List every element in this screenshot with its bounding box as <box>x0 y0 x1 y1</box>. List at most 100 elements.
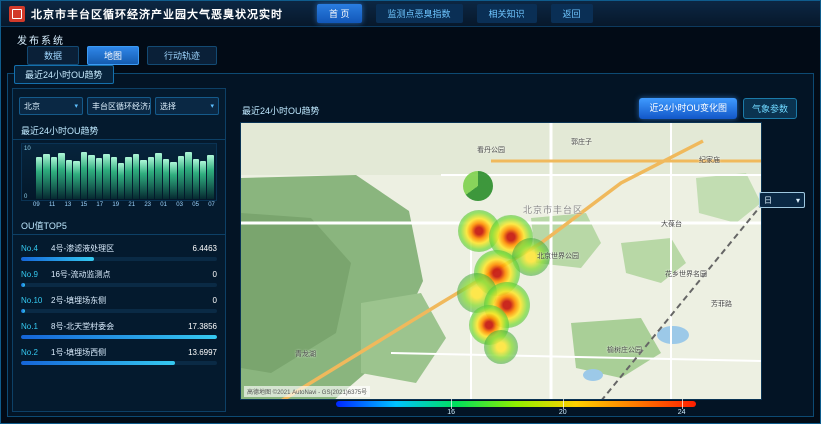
legend-tick-label: 24 <box>678 409 686 416</box>
map-label: 看丹公园 <box>477 145 505 155</box>
map-label: 榆树庄公园 <box>607 345 642 355</box>
progress-track <box>21 309 217 313</box>
chart-bar <box>193 159 199 199</box>
main-nav: 首 页 监测点恶臭指数 相关知识 返回 <box>317 4 593 23</box>
filter-row: 北京 ▾ 丰台区循环经济产 ▾ 选择 ▾ <box>13 89 225 119</box>
chart-bar <box>103 154 109 200</box>
chart-bar <box>66 160 72 199</box>
chart-bar <box>178 156 184 199</box>
heatmap-legend: 162024 <box>336 401 696 407</box>
site-value: 0 <box>213 296 217 305</box>
map-label: 芳菲路 <box>711 299 732 309</box>
tab-data[interactable]: 数据 <box>27 46 79 65</box>
chevron-down-icon: ▾ <box>210 102 214 110</box>
tab-trajectory[interactable]: 行动轨迹 <box>147 46 217 65</box>
rank-label: No.10 <box>21 296 51 305</box>
ou-trend-xaxis: 091113151719212301030507 <box>33 202 215 208</box>
left-panel: 北京 ▾ 丰台区循环经济产 ▾ 选择 ▾ 最近24小时OU趋势 10 0 091… <box>12 88 226 412</box>
site-name: 1号-填埋场西侧 <box>51 347 184 358</box>
chevron-down-icon: ▾ <box>74 102 78 110</box>
x-axis-tick: 09 <box>33 202 40 208</box>
y-axis-tick: 0 <box>24 194 27 200</box>
chart-bar <box>155 153 161 199</box>
chart-bar <box>170 162 176 199</box>
map-toolbar: 近24小时OU变化图 气象参数 <box>639 98 797 119</box>
site-value: 17.3856 <box>188 322 217 331</box>
chart-bar <box>185 152 191 199</box>
nav-item-back[interactable]: 返回 <box>551 4 593 23</box>
x-axis-tick: 17 <box>96 202 103 208</box>
x-axis-tick: 15 <box>80 202 87 208</box>
ou-change-map-button[interactable]: 近24小时OU变化图 <box>639 98 737 119</box>
weather-params-button[interactable]: 气象参数 <box>743 98 797 119</box>
progress-track <box>21 257 217 261</box>
map-label: 大葆台 <box>661 219 682 229</box>
chart-bar <box>51 157 57 199</box>
site-value: 0 <box>213 270 217 279</box>
chart-bar <box>200 161 206 199</box>
header-bar: 北京市丰台区循环经济产业园大气恶臭状况实时 首 页 监测点恶臭指数 相关知识 返… <box>1 1 820 27</box>
district-select-value: 丰台区循环经济产 <box>92 101 151 112</box>
chart-bar <box>58 153 64 199</box>
rank-label: No.4 <box>21 244 51 253</box>
list-item: No.21号-填埋场西侧 13.6997 <box>21 347 217 365</box>
district-select[interactable]: 丰台区循环经济产 ▾ <box>87 97 151 115</box>
x-axis-tick: 13 <box>64 202 71 208</box>
ou-trend-chart: 10 0 <box>21 143 217 201</box>
chart-bar <box>88 155 94 199</box>
main-panel: 最近24小时OU趋势 北京 ▾ 丰台区循环经济产 ▾ 选择 ▾ 最近24小时OU… <box>7 73 814 417</box>
x-axis-tick: 05 <box>192 202 199 208</box>
map-canvas[interactable]: 高德地图 ©2021 AutoNavi - GS(2021)6375号 看丹公园… <box>240 122 762 400</box>
right-panel: 最近24小时OU趋势 近24小时OU变化图 气象参数 <box>232 74 811 416</box>
tab-map[interactable]: 地图 <box>87 46 139 65</box>
chart-bar <box>36 157 42 199</box>
map-section-title: 最近24小时OU趋势 <box>242 104 320 117</box>
map-period-select[interactable]: 日 ▾ <box>759 192 805 208</box>
nav-item-odor-index[interactable]: 监测点恶臭指数 <box>376 4 463 23</box>
x-axis-tick: 19 <box>112 202 119 208</box>
app-title: 北京市丰台区循环经济产业园大气恶臭状况实时 <box>31 6 283 22</box>
site-pie-marker[interactable] <box>463 171 493 201</box>
dashboard-screen: 北京市丰台区循环经济产业园大气恶臭状况实时 首 页 监测点恶臭指数 相关知识 返… <box>0 0 821 424</box>
rank-label: No.2 <box>21 348 51 357</box>
heatmap-blob[interactable] <box>484 330 518 364</box>
site-select-value: 选择 <box>160 101 176 112</box>
legend-mark <box>451 399 452 409</box>
chart-bar <box>43 154 49 199</box>
site-name: 4号-渗滤液处理区 <box>51 243 189 254</box>
chart-bar <box>148 157 154 199</box>
nav-item-home[interactable]: 首 页 <box>317 4 362 23</box>
site-select[interactable]: 选择 ▾ <box>155 97 219 115</box>
city-select[interactable]: 北京 ▾ <box>19 97 83 115</box>
chart-bar <box>125 157 131 199</box>
app-logo-icon <box>9 6 25 22</box>
site-name: 16号-流动监测点 <box>51 269 209 280</box>
chart-bar <box>163 159 169 199</box>
map-label: 花乡世界名园 <box>665 269 707 279</box>
progress-track <box>21 335 217 339</box>
map-attribution: 高德地图 ©2021 AutoNavi - GS(2021)6375号 <box>244 386 370 397</box>
x-axis-tick: 03 <box>176 202 183 208</box>
top5-list: No.44号-渗滤液处理区6.4463No.916号-流动监测点0No.102号… <box>13 243 225 365</box>
chart-bar <box>73 161 79 199</box>
chart-bar <box>81 152 87 199</box>
chart-bar <box>207 155 213 199</box>
x-axis-tick: 23 <box>144 202 151 208</box>
map-period-value: 日 <box>764 195 772 206</box>
map-label: 纪家庙 <box>699 155 720 165</box>
list-item: No.916号-流动监测点 0 <box>21 269 217 287</box>
x-axis-tick: 01 <box>160 202 167 208</box>
progress-fill <box>21 283 25 287</box>
ou-trend-bars <box>36 147 214 199</box>
site-value: 13.6997 <box>188 348 217 357</box>
progress-fill <box>21 257 94 261</box>
legend-mark <box>563 399 564 409</box>
legend-tick-label: 20 <box>559 409 567 416</box>
site-name: 2号-填埋场东侧 <box>51 295 209 306</box>
nav-item-knowledge[interactable]: 相关知识 <box>477 4 537 23</box>
city-select-value: 北京 <box>24 101 40 112</box>
rank-label: No.9 <box>21 270 51 279</box>
legend-mark <box>682 399 683 409</box>
progress-fill <box>21 361 175 365</box>
map-label: 北京世界公园 <box>537 251 579 261</box>
